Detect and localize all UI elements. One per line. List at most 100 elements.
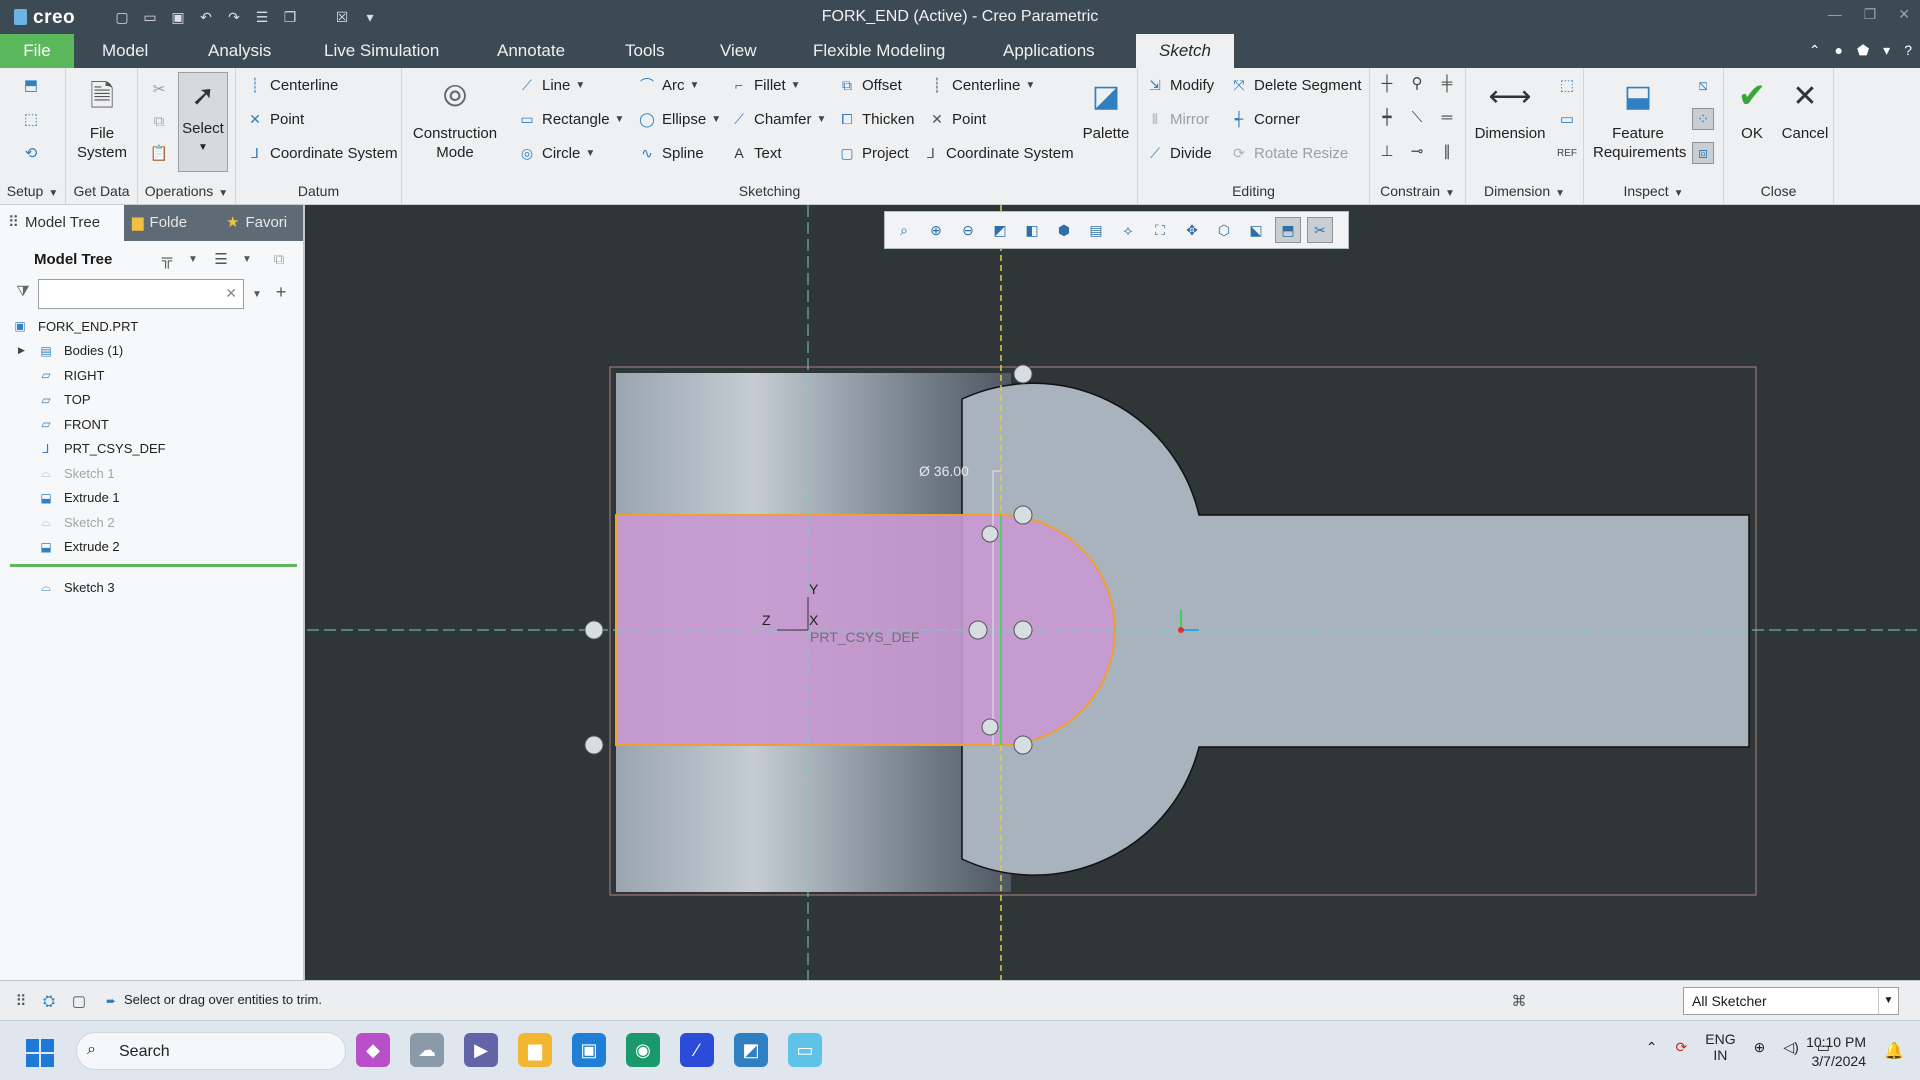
refit-icon[interactable]: ⌕ <box>891 217 917 243</box>
cut-icon[interactable]: ✂ <box>148 78 170 100</box>
constrain-dropdown[interactable]: Constrain ▼ <box>1370 183 1465 199</box>
restore-button[interactable]: ❐ <box>1864 6 1877 23</box>
tree-item[interactable]: ⬓ Extrude 2 <box>38 536 119 558</box>
tree-item[interactable]: ⌓ Sketch 2 <box>38 511 114 533</box>
feature-requirements-button[interactable]: ⬓ Feature Requirements <box>1590 74 1686 162</box>
chamfer-button[interactable]: ⟋ Chamfer ▼ <box>730 110 826 128</box>
thicken-button[interactable]: ⧠ Thicken <box>838 110 914 128</box>
datum-centerline-button[interactable]: ┊ Centerline <box>246 76 339 94</box>
shade-closed-loops-icon[interactable]: ⧈ <box>1692 142 1714 164</box>
saved-orientations-icon[interactable]: ⬢ <box>1051 217 1077 243</box>
store-app-icon[interactable]: ▣ <box>572 1033 606 1067</box>
clear-search-icon[interactable]: ✕ <box>225 285 237 302</box>
tree-item[interactable]: ▱ RIGHT <box>38 364 104 386</box>
tab-view[interactable]: View <box>706 34 771 68</box>
reference-icon[interactable]: ⬚ <box>20 108 42 130</box>
edge-browser-icon[interactable]: ◉ <box>626 1033 660 1067</box>
equal-constraint-icon[interactable]: ═ <box>1436 106 1458 128</box>
operations-dropdown[interactable]: Operations ▼ <box>138 183 235 199</box>
annotation-display-icon[interactable]: ⛶ <box>1147 217 1173 243</box>
overlapping-geometry-icon[interactable]: ⧅ <box>1692 74 1714 96</box>
fullscreen-icon[interactable]: ▢ <box>68 990 90 1012</box>
copilot-app-icon[interactable]: ◆ <box>356 1033 390 1067</box>
add-icon[interactable]: + <box>270 281 292 303</box>
show-icon[interactable]: ☰ <box>210 248 232 270</box>
sketch-point-button[interactable]: ✕ Point <box>928 110 986 128</box>
datum-coordinate-system-button[interactable]: ⅃ Coordinate System <box>246 144 397 162</box>
divide-button[interactable]: ⟋ Divide <box>1146 144 1212 162</box>
rectangle-button[interactable]: ▭ Rectangle ▼ <box>518 110 624 128</box>
mirror-button[interactable]: ⫴ Mirror <box>1146 110 1209 128</box>
help-icon[interactable]: ? <box>1904 42 1912 59</box>
tangent-constraint-icon[interactable]: ⚲ <box>1406 72 1428 94</box>
tab-live-simulation[interactable]: Live Simulation <box>310 34 453 68</box>
windows-start-icon[interactable] <box>26 1039 54 1067</box>
copy-icon[interactable]: ⧉ <box>148 110 170 132</box>
customize-qat-icon[interactable]: ▾ <box>360 7 380 27</box>
rotate-resize-button[interactable]: ⟳ Rotate Resize <box>1230 144 1348 162</box>
tree-item[interactable]: ⌓ Sketch 1 <box>38 462 114 484</box>
creo-active-app-icon[interactable]: ▭ <box>788 1033 822 1067</box>
datum-display-icon[interactable]: ⟡ <box>1115 217 1141 243</box>
new-icon[interactable]: ▢ <box>112 7 132 27</box>
browser-toggle-icon[interactable]: ⛭ <box>38 990 60 1012</box>
tab-flexible-modeling[interactable]: Flexible Modeling <box>799 34 959 68</box>
spin-center-icon[interactable]: ✥ <box>1179 217 1205 243</box>
columns-icon[interactable]: ⧉ <box>268 248 290 270</box>
ok-button[interactable]: ✔ OK <box>1728 74 1776 143</box>
view-manager-icon[interactable]: ▤ <box>1083 217 1109 243</box>
highlight-open-ends-icon[interactable]: ⁘ <box>1692 108 1714 130</box>
tree-item[interactable]: ▱ TOP <box>38 389 90 411</box>
redo-icon[interactable]: ↷ <box>224 7 244 27</box>
tab-model-tree[interactable]: ⠿ Model Tree <box>0 205 124 241</box>
sketch-view-icon[interactable]: ⬕ <box>1243 217 1269 243</box>
symmetric-constraint-icon[interactable]: ⊸ <box>1406 140 1428 162</box>
palette-button[interactable]: ◪ Palette <box>1078 74 1134 143</box>
line-button[interactable]: ⟋ Line ▼ <box>518 76 585 94</box>
navigator-toggle-icon[interactable]: ⠿ <box>10 990 32 1012</box>
sync-icon[interactable]: ⟳ <box>1676 1039 1688 1056</box>
minimize-ribbon-icon[interactable]: ⌃ <box>1809 42 1821 59</box>
baseline-icon[interactable]: ▭ <box>1556 108 1578 130</box>
weather-app-icon[interactable]: ☁ <box>410 1033 444 1067</box>
tab-analysis[interactable]: Analysis <box>194 34 285 68</box>
insert-here-marker[interactable] <box>10 564 297 567</box>
clock[interactable]: 10:10 PM 3/7/2024 <box>1806 1033 1866 1071</box>
delete-segment-button[interactable]: ⤧ Delete Segment <box>1230 76 1361 94</box>
tab-tools[interactable]: Tools <box>611 34 679 68</box>
tab-sketch[interactable]: Sketch <box>1136 34 1234 68</box>
select-button[interactable]: ➚ Select ▼ <box>178 72 228 172</box>
vertical-constraint-icon[interactable]: ┼ <box>1376 72 1398 94</box>
sketch-view-icon[interactable]: ⟲ <box>20 142 42 164</box>
coincident-constraint-icon[interactable]: ⟍ <box>1406 106 1428 128</box>
perimeter-icon[interactable]: ⬚ <box>1556 74 1578 96</box>
file-explorer-icon[interactable]: ▆ <box>518 1033 552 1067</box>
tree-item[interactable]: ⅃ PRT_CSYS_DEF <box>38 438 166 460</box>
horizontal-constraint-icon[interactable]: ┿ <box>1376 106 1398 128</box>
spline-button[interactable]: ∿ Spline <box>638 144 704 162</box>
sketcher-display-filter-icon[interactable]: ⬒ <box>1275 217 1301 243</box>
tab-applications[interactable]: Applications <box>989 34 1109 68</box>
close-window-icon[interactable]: ☒ <box>332 7 352 27</box>
graphics-window[interactable]: Ø 36.00 Y X Z PRT_CSYS_DEF ⌕ ⊕ ⊖ ◩ ◧ ⬢ ▤… <box>307 205 1920 980</box>
text-button[interactable]: A Text <box>730 144 781 162</box>
dropdown-icon[interactable]: ▾ <box>1883 42 1890 59</box>
search-options-icon[interactable]: ▼ <box>246 283 268 305</box>
zoom-out-icon[interactable]: ⊖ <box>955 217 981 243</box>
model-tree-search-input[interactable]: ✕ <box>38 279 244 309</box>
tab-annotate[interactable]: Annotate <box>483 34 579 68</box>
sketch-coordinate-system-button[interactable]: ⅃ Coordinate System <box>922 144 1073 162</box>
tab-folder-browser[interactable]: ▆ Folde <box>124 205 218 241</box>
dimension-dropdown[interactable]: Dimension ▼ <box>1466 183 1583 199</box>
repaint-icon[interactable]: ◩ <box>987 217 1013 243</box>
tree-item[interactable]: ⬓ Extrude 1 <box>38 487 119 509</box>
cancel-button[interactable]: ✕ Cancel <box>1780 74 1830 143</box>
filter-icon[interactable]: ⧩ <box>12 280 34 302</box>
taskbar-search[interactable]: ⌕ Search <box>76 1032 346 1070</box>
meet-app-icon[interactable]: ▶ <box>464 1033 498 1067</box>
save-icon[interactable]: ▣ <box>168 7 188 27</box>
user-icon[interactable]: ● <box>1835 42 1843 59</box>
settings-icon[interactable]: ╦ <box>156 248 178 270</box>
tab-favorites[interactable]: ★ Favori <box>218 205 303 241</box>
expand-icon[interactable]: ▶ <box>18 345 25 356</box>
